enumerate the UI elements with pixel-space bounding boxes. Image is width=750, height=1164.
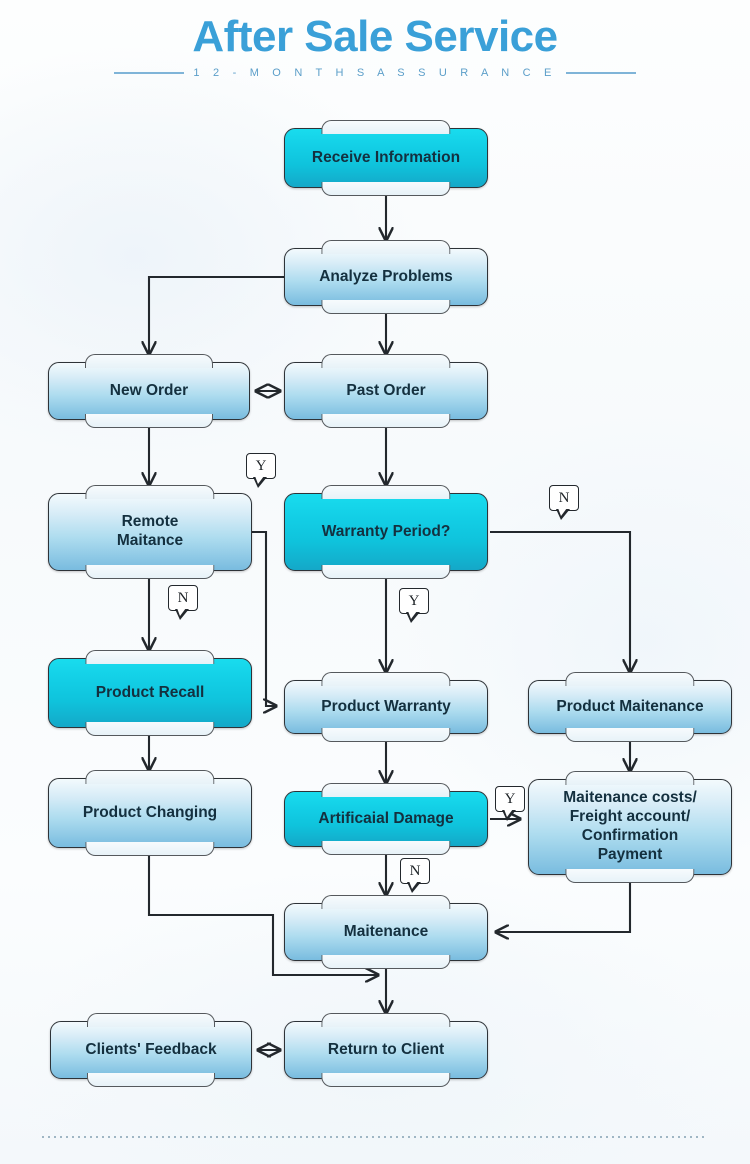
node-new-order[interactable]: New Order [48, 362, 250, 420]
node-label: Product Warranty [321, 697, 451, 715]
node-label: Product Changing [82, 803, 218, 821]
edge-costs-to-maitenance [496, 877, 632, 932]
badge-y-warranty-yes: Y [399, 588, 429, 623]
page-subtitle: 1 2 - M O N T H S A S S U R A N C E [193, 67, 557, 80]
node-label: New Order [109, 381, 189, 399]
subtitle-rule-left [114, 72, 185, 75]
node-maintenance-costs[interactable]: Maitenance costs/Freight account/Confirm… [528, 779, 732, 875]
footer-dotted-divider [42, 1136, 708, 1138]
node-label: Product Maitenance [556, 697, 704, 715]
node-label: Past Order [346, 381, 426, 399]
subtitle-row: 1 2 - M O N T H S A S S U R A N C E [0, 67, 750, 79]
edge-remote-to-product-warranty [252, 530, 276, 706]
flowchart-page: After Sale Service 1 2 - M O N T H S A S… [0, 0, 750, 1164]
node-maitenance[interactable]: Maitenance [284, 903, 488, 961]
page-title: After Sale Service [192, 12, 558, 61]
node-label: Return to Client [327, 1040, 445, 1058]
node-product-recall[interactable]: Product Recall [48, 658, 252, 728]
node-label: Product Recall [95, 683, 205, 701]
node-return-to-client[interactable]: Return to Client [284, 1021, 488, 1079]
badge-n-artificial-no: N [400, 858, 430, 893]
node-label: Maitenance [343, 922, 429, 940]
badge-tail-icon [556, 508, 570, 520]
node-label: Clients' Feedback [85, 1040, 217, 1058]
badge-tail-icon [407, 881, 421, 893]
node-product-warranty[interactable]: Product Warranty [284, 680, 488, 734]
node-analyze-problems[interactable]: Analyze Problems [284, 248, 488, 306]
badge-y-artificial-yes: Y [495, 786, 525, 821]
edge-warranty-to-product-maitenance [490, 530, 630, 672]
badge-tail-icon [253, 476, 267, 488]
badge-tail-icon [502, 809, 516, 821]
node-label: Maitenance costs/Freight account/Confirm… [563, 789, 697, 863]
page-header: After Sale Service 1 2 - M O N T H S A S… [0, 12, 750, 79]
node-label: Receive Information [311, 148, 461, 166]
node-warranty-period[interactable]: Warranty Period? [284, 493, 488, 571]
node-label: Artificaial Damage [318, 809, 454, 827]
badge-n-remote-fail: N [168, 585, 198, 620]
node-receive-information[interactable]: Receive Information [284, 128, 488, 188]
edge-analyze-to-new-order [149, 275, 284, 354]
node-label: Remote Maitance [116, 513, 184, 549]
node-label: Warranty Period? [321, 522, 451, 540]
node-clients-feedback[interactable]: Clients' Feedback [50, 1021, 252, 1079]
subtitle-rule-right [565, 72, 636, 75]
badge-n-warranty-no: N [549, 485, 579, 520]
badge-tail-icon [406, 611, 420, 623]
node-past-order[interactable]: Past Order [284, 362, 488, 420]
badge-y-remote-to-warranty: Y [246, 453, 276, 488]
node-label: Analyze Problems [319, 267, 453, 285]
badge-tail-icon [175, 608, 189, 620]
node-remote-maitance[interactable]: Remote Maitance [48, 493, 252, 571]
node-artificaial-damage[interactable]: Artificaial Damage [284, 791, 488, 847]
node-product-maitenance[interactable]: Product Maitenance [528, 680, 732, 734]
node-product-changing[interactable]: Product Changing [48, 778, 252, 848]
